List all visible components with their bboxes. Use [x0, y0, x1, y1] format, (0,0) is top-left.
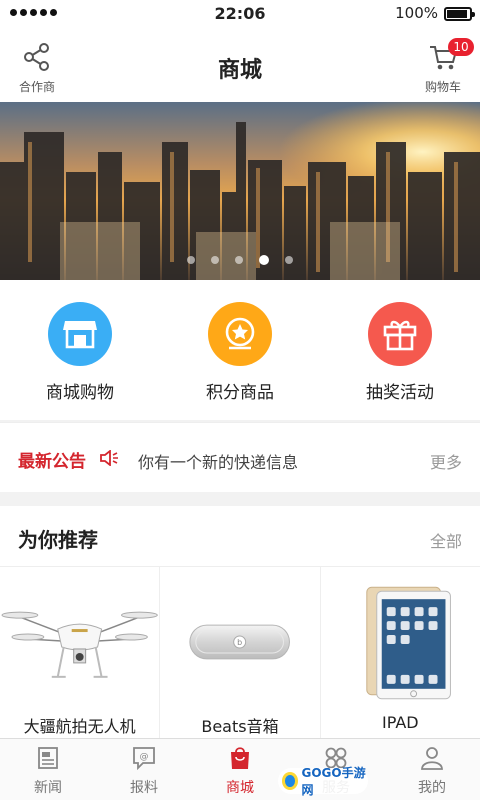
page-title: 商城 — [217, 58, 262, 83]
tab-news[interactable]: 新闻 — [0, 739, 96, 800]
newspaper-icon — [38, 747, 58, 769]
notice-more-link[interactable]: 更多 — [430, 449, 462, 473]
report-icon: @ — [133, 747, 155, 771]
tablet-icon — [365, 586, 451, 700]
cart-label: 购物车 — [424, 80, 461, 94]
medal-icon — [208, 302, 272, 366]
speaker-icon: b — [189, 624, 291, 660]
battery-percent: 100% — [395, 4, 438, 22]
product-name: Beats音箱 — [201, 717, 279, 736]
quick-label-shop: 商城购物 — [46, 383, 114, 403]
recommend-all-link[interactable]: 全部 — [430, 528, 462, 552]
quick-entries: 商城购物 积分商品 抽奖活动 — [0, 280, 480, 420]
cart-count-badge: 10 — [448, 38, 474, 56]
watermark-text: GOGO手游网 — [301, 766, 366, 797]
quick-item-lottery[interactable]: 抽奖活动 — [320, 280, 480, 420]
status-bar: 22:06 100% — [0, 0, 480, 28]
bottom-tab-bar: 新闻 @ 报料 商城 服务 我的 — [0, 738, 480, 800]
shopping-bag-icon — [231, 747, 249, 769]
shop-icon — [48, 302, 112, 366]
recommend-title: 为你推荐 — [18, 528, 98, 552]
product-card-speaker[interactable]: b Beats音箱 — [160, 567, 321, 738]
user-icon — [421, 747, 443, 770]
tab-report[interactable]: @ 报料 — [96, 739, 192, 800]
carousel-indicator[interactable] — [0, 255, 480, 265]
product-name: IPAD — [382, 713, 419, 732]
tab-me[interactable]: 我的 — [384, 739, 480, 800]
quick-label-lottery: 抽奖活动 — [366, 383, 434, 403]
cart-button[interactable]: 10 购物车 — [420, 38, 474, 95]
svg-text:@: @ — [140, 752, 149, 762]
tab-mall[interactable]: 商城 — [192, 739, 288, 800]
notice-title: 最新公告 — [18, 452, 86, 472]
battery-icon — [444, 7, 475, 21]
recommend-section: 为你推荐 全部 大疆航拍无人机 b Beats音箱 IPAD — [0, 506, 480, 738]
product-card-ipad[interactable]: IPAD — [321, 567, 480, 738]
product-name: 大疆航拍无人机 — [23, 717, 136, 736]
nav-bar: 合作商 商城 10 购物车 — [0, 28, 480, 102]
speaker-icon — [100, 450, 118, 466]
product-card-drone[interactable]: 大疆航拍无人机 — [0, 567, 161, 738]
svg-text:b: b — [237, 638, 242, 647]
city-skyline-image — [0, 102, 480, 280]
tab-label-mall: 商城 — [226, 780, 254, 796]
tab-label-news: 新闻 — [34, 780, 62, 796]
gift-icon — [368, 302, 432, 366]
tab-label-me: 我的 — [418, 780, 446, 796]
notice-bar[interactable]: 最新公告 你有一个新的快递信息 更多 — [0, 422, 480, 492]
recommend-grid: 大疆航拍无人机 b Beats音箱 IPAD — [0, 566, 480, 738]
banner-carousel[interactable] — [0, 102, 480, 280]
notice-text[interactable]: 你有一个新的快递信息 — [138, 449, 298, 473]
quick-item-points[interactable]: 积分商品 — [160, 280, 320, 420]
quick-item-shop[interactable]: 商城购物 — [0, 280, 160, 420]
tab-label-report: 报料 — [130, 780, 158, 796]
watermark-logo: GOGO手游网 — [278, 766, 368, 797]
watermark-icon — [282, 772, 299, 790]
quick-label-points: 积分商品 — [206, 383, 274, 403]
drone-icon — [1, 611, 158, 678]
